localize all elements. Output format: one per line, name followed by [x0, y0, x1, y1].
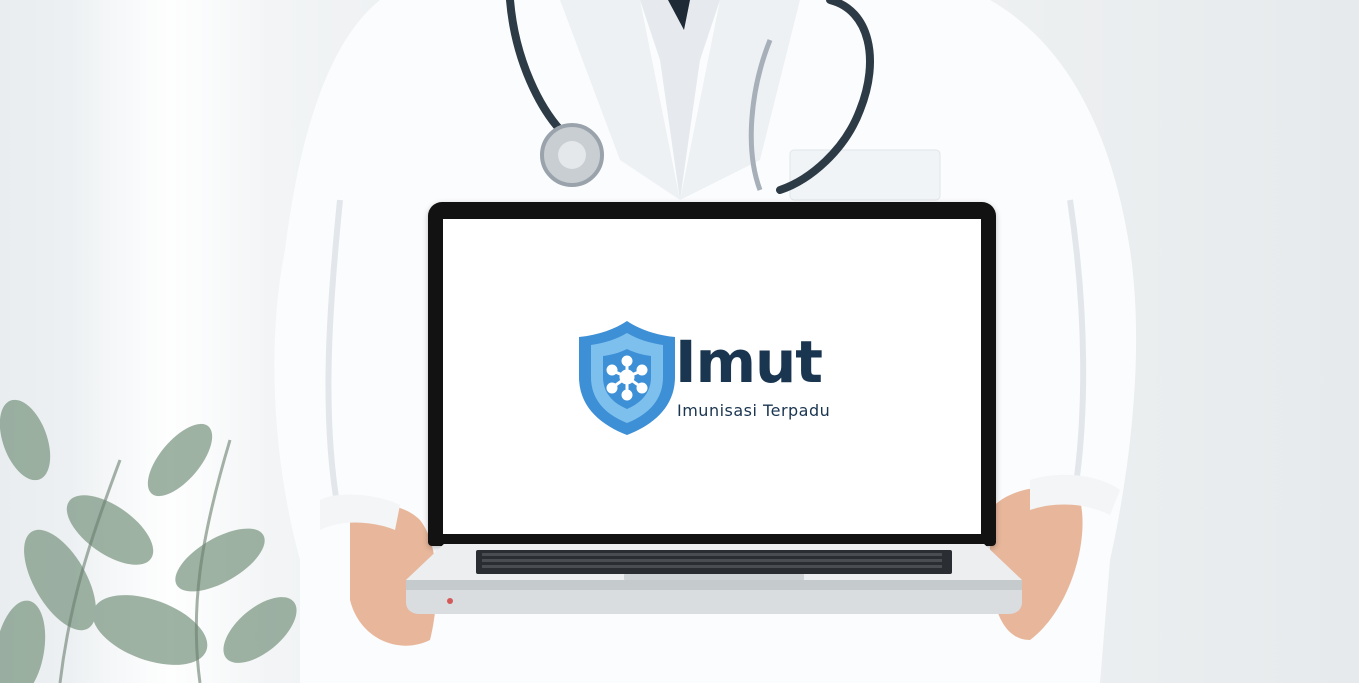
brand-logo: Imut Imunisasi Terpadu [563, 319, 863, 439]
photo-scene: Imut Imunisasi Terpadu [0, 0, 1359, 683]
brand-name: Imut [675, 328, 823, 396]
laptop-lid: Imut Imunisasi Terpadu [428, 202, 996, 546]
laptop-base [406, 544, 1022, 614]
shield-molecule-icon [579, 321, 675, 435]
brand-tagline: Imunisasi Terpadu [677, 401, 831, 420]
laptop-screen: Imut Imunisasi Terpadu [443, 219, 981, 534]
